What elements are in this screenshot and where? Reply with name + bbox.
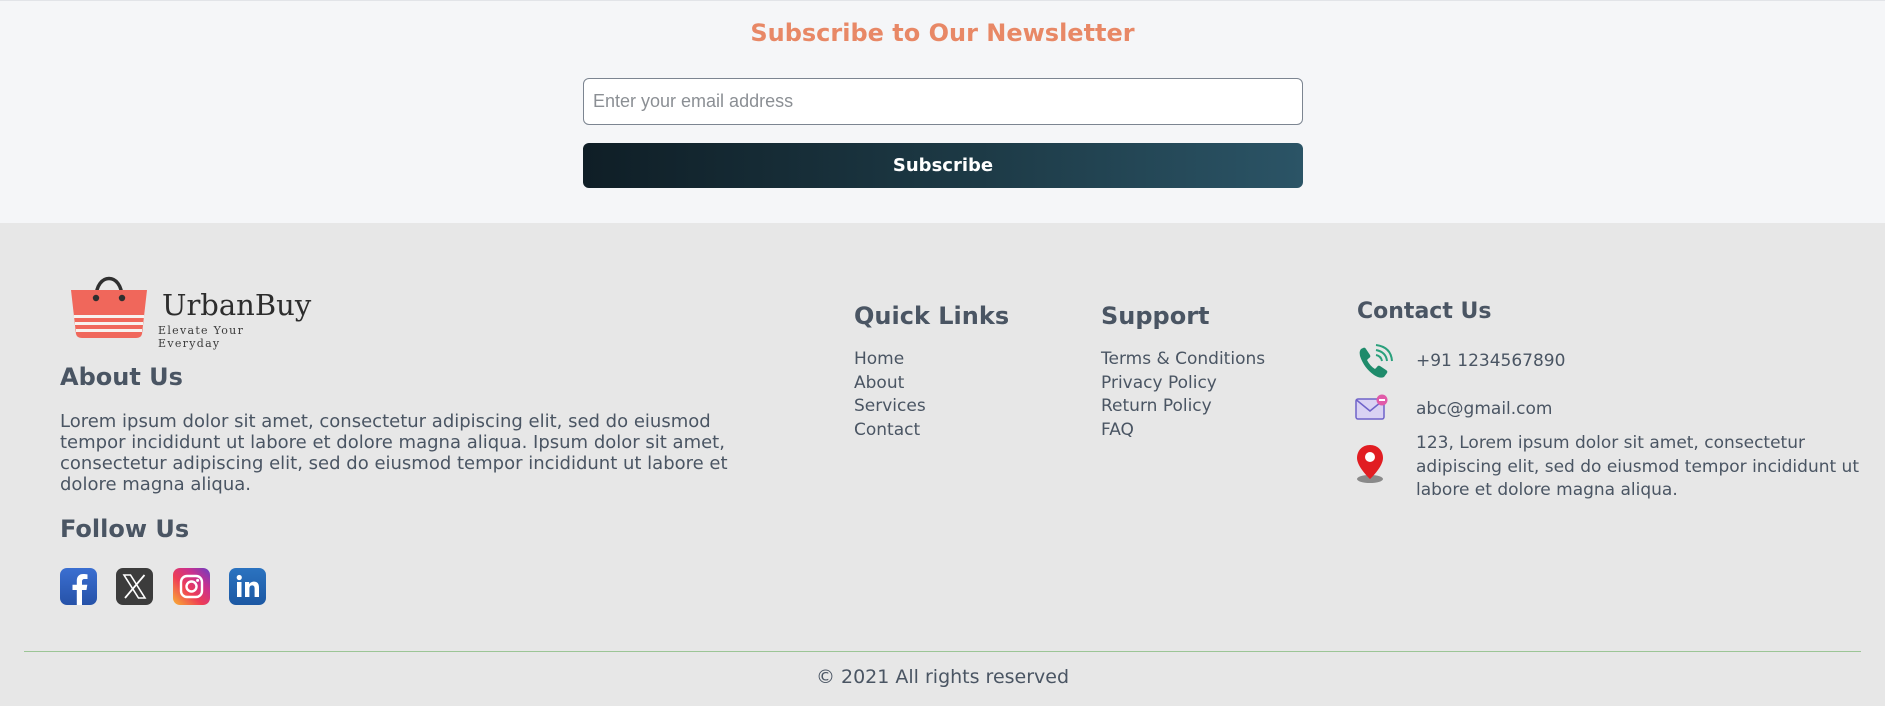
phone-icon: [1355, 344, 1393, 386]
footer: UrbanBuy Elevate Your Everyday About Us …: [0, 223, 1885, 706]
about-text: Lorem ipsum dolor sit amet, consectetur …: [60, 411, 728, 495]
instagram-icon[interactable]: [173, 568, 210, 605]
follow-heading: Follow Us: [60, 515, 190, 543]
support-heading: Support: [1101, 302, 1210, 330]
quick-link-about[interactable]: About: [854, 372, 926, 396]
contact-phone[interactable]: +91 1234567890: [1416, 351, 1565, 371]
newsletter-section: Subscribe to Our Newsletter Subscribe: [0, 0, 1885, 223]
x-twitter-icon[interactable]: [116, 568, 153, 605]
brand-logo[interactable]: UrbanBuy Elevate Your Everyday: [70, 268, 312, 350]
contact-heading: Contact Us: [1357, 299, 1492, 324]
brand-name: UrbanBuy: [162, 288, 312, 322]
contact-email[interactable]: abc@gmail.com: [1416, 399, 1552, 419]
email-input[interactable]: [583, 78, 1303, 125]
shopping-bag-icon: [71, 276, 147, 338]
quick-links-list: Home About Services Contact: [854, 348, 926, 442]
quick-link-home[interactable]: Home: [854, 348, 926, 372]
support-link-terms[interactable]: Terms & Conditions: [1101, 348, 1265, 372]
quick-links-heading: Quick Links: [854, 302, 1010, 330]
quick-link-contact[interactable]: Contact: [854, 419, 926, 443]
about-heading: About Us: [60, 363, 183, 391]
footer-divider: [24, 651, 1861, 652]
support-link-return[interactable]: Return Policy: [1101, 395, 1265, 419]
copyright-text: © 2021 All rights reserved: [815, 666, 1070, 688]
support-link-faq[interactable]: FAQ: [1101, 419, 1265, 443]
support-list: Terms & Conditions Privacy Policy Return…: [1101, 348, 1265, 442]
contact-address: 123, Lorem ipsum dolor sit amet, consect…: [1416, 433, 1859, 500]
facebook-icon[interactable]: [60, 568, 97, 605]
quick-link-services[interactable]: Services: [854, 395, 926, 419]
newsletter-title: Subscribe to Our Newsletter: [750, 19, 1135, 47]
brand-tagline: Elevate Your Everyday: [158, 324, 245, 350]
location-pin-icon: [1355, 444, 1385, 488]
mail-icon: [1355, 393, 1389, 427]
subscribe-button[interactable]: Subscribe: [583, 143, 1303, 188]
support-link-privacy[interactable]: Privacy Policy: [1101, 372, 1265, 396]
linkedin-icon[interactable]: [229, 568, 266, 605]
